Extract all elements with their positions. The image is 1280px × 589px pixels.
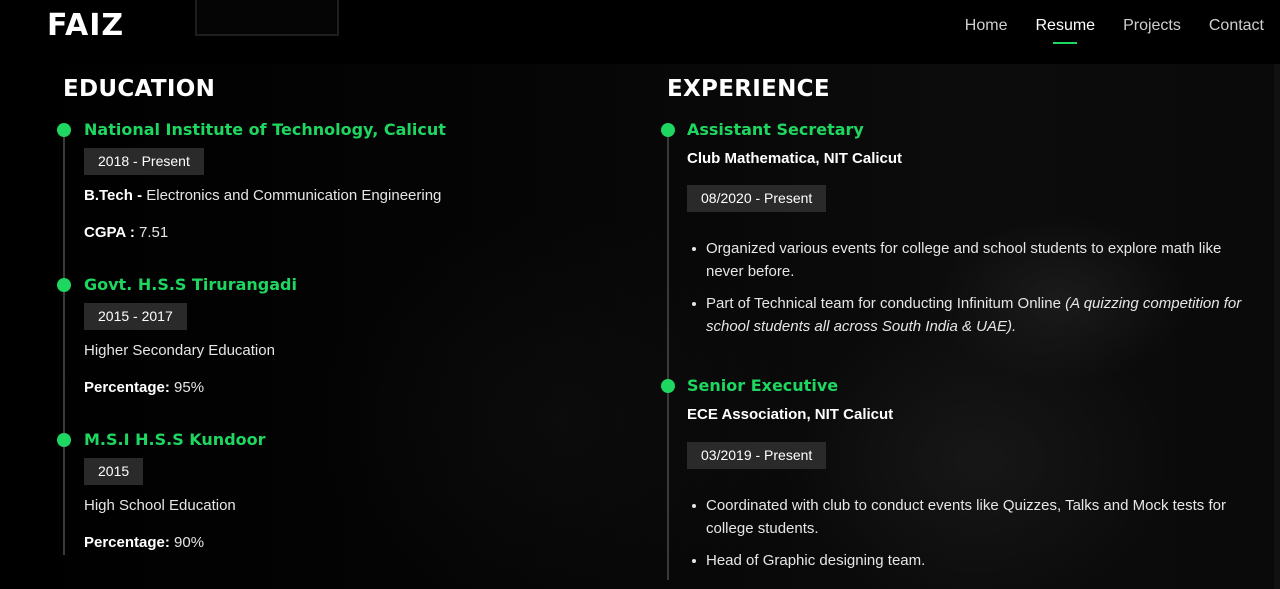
experience-bullets: Organized various events for college and… [687, 237, 1252, 347]
score-value: 90% [174, 534, 205, 551]
score-value: 7.51 [139, 224, 169, 241]
nav-resume-label: Resume [1035, 17, 1096, 34]
score-label: CGPA : [84, 224, 139, 241]
score-label: Percentage: [84, 534, 175, 551]
date-chip: 08/2020 - Present [687, 185, 827, 212]
nav-resume[interactable]: Resume [1035, 17, 1096, 44]
degree-line: B.Tech - Electronics and Communication E… [84, 187, 441, 204]
score-line: CGPA : 7.51 [84, 224, 168, 241]
scrollbar[interactable] [1274, 64, 1280, 589]
date-chip: 03/2019 - Present [687, 442, 827, 469]
nav-contact-label: Contact [1208, 17, 1264, 34]
experience-bullets: Coordinated with club to conduct events … [687, 494, 1252, 581]
list-item: Organized various events for college and… [687, 237, 1252, 283]
degree-label: B.Tech - [84, 187, 147, 204]
bullet-text: Part of Technical team for conducting In… [706, 295, 1066, 312]
experience-role: Assistant Secretary [687, 120, 864, 139]
timeline-dot [57, 433, 71, 447]
nav-projects[interactable]: Projects [1123, 17, 1181, 41]
bullet-text: Head of Graphic designing team. [706, 552, 926, 569]
experience-role: Senior Executive [687, 376, 839, 395]
degree-value: Electronics and Communication Engineerin… [146, 187, 442, 204]
list-item: Coordinated with club to conduct events … [687, 494, 1252, 540]
date-chip: 2015 [84, 458, 144, 485]
experience-heading: EXPERIENCE [667, 76, 830, 102]
timeline-dot [661, 123, 675, 137]
timeline-dot [661, 379, 675, 393]
bullet-text: Organized various events for college and… [706, 240, 1222, 280]
experience-org: ECE Association, NIT Calicut [687, 406, 894, 423]
education-heading: EDUCATION [63, 76, 216, 102]
education-school: M.S.I H.S.S Kundoor [84, 430, 266, 449]
score-line: Percentage: 90% [84, 534, 204, 551]
bullet-text: Coordinated with club to conduct events … [706, 497, 1226, 537]
list-item: Head of Graphic designing team. [687, 549, 1252, 572]
nav-contact[interactable]: Contact [1209, 17, 1264, 41]
score-line: Percentage: 95% [84, 379, 204, 396]
active-nav-indicator [1053, 42, 1078, 44]
degree-line: High School Education [84, 497, 236, 514]
timeline-dot [57, 278, 71, 292]
nav-home[interactable]: Home [965, 17, 1008, 41]
timeline-dot [57, 123, 71, 137]
nav-projects-label: Projects [1123, 17, 1181, 34]
score-label: Percentage: [84, 379, 175, 396]
education-timeline [63, 130, 65, 555]
site-logo[interactable]: FAIZ [47, 8, 124, 43]
nav-home-label: Home [964, 17, 1008, 34]
date-chip: 2018 - Present [84, 148, 204, 175]
list-item: Part of Technical team for conducting In… [687, 292, 1252, 338]
education-school: National Institute of Technology, Calicu… [84, 120, 446, 139]
education-school: Govt. H.S.S Tirurangadi [84, 275, 297, 294]
experience-timeline [667, 130, 669, 580]
site-header: FAIZ Home Resume Projects Contact [0, 0, 1280, 56]
experience-org: Club Mathematica, NIT Calicut [687, 150, 903, 167]
score-value: 95% [174, 379, 205, 396]
degree-line: Higher Secondary Education [84, 342, 275, 359]
date-chip: 2015 - 2017 [84, 303, 187, 330]
main-nav: Home Resume Projects Contact [937, 17, 1264, 44]
